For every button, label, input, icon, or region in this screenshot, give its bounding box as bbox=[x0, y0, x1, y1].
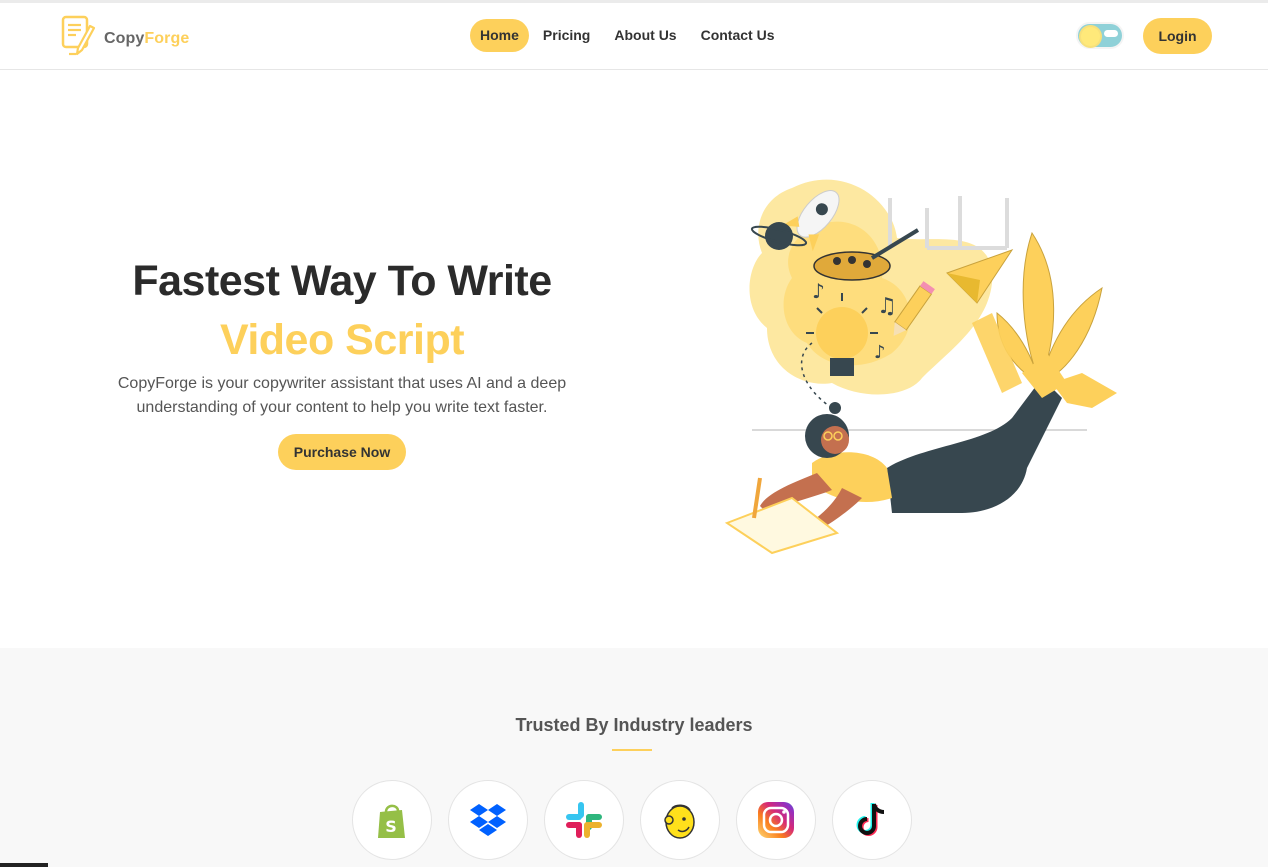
logo-name-part2: Forge bbox=[144, 29, 190, 47]
hero-title: Fastest Way To Write bbox=[132, 257, 552, 305]
tiktok-icon bbox=[856, 803, 885, 836]
instagram-logo bbox=[736, 780, 816, 860]
shopify-icon: S bbox=[378, 804, 405, 838]
hero-description: CopyForge is your copywriter assistant t… bbox=[117, 375, 567, 416]
main-nav: Home Pricing About Us Contact Us bbox=[470, 19, 785, 52]
mailchimp-icon bbox=[664, 804, 695, 839]
logo-name-part1: Copy bbox=[104, 29, 145, 47]
slack-icon bbox=[566, 802, 602, 838]
instagram-icon bbox=[758, 802, 794, 838]
trusted-title: Trusted By Industry leaders bbox=[515, 715, 753, 735]
svg-text:S: S bbox=[385, 817, 397, 836]
theme-toggle[interactable] bbox=[1076, 22, 1124, 49]
logo-text: CopyForge bbox=[104, 30, 189, 48]
dropbox-icon bbox=[470, 804, 506, 836]
header: CopyForge Home Pricing About Us Contact … bbox=[0, 3, 1268, 70]
cloud-icon bbox=[1104, 30, 1118, 37]
hero-accent-text: Video Script bbox=[219, 316, 465, 364]
purchase-now-button[interactable]: Purchase Now bbox=[277, 434, 407, 470]
document-pen-icon bbox=[60, 14, 98, 63]
logo[interactable]: CopyForge bbox=[60, 14, 189, 63]
tiktok-logo bbox=[832, 780, 912, 860]
dropbox-logo bbox=[448, 780, 528, 860]
brand-logos: S bbox=[352, 780, 912, 860]
svg-text:♪: ♪ bbox=[812, 279, 825, 303]
nav-contact-us[interactable]: Contact Us bbox=[691, 19, 785, 52]
sun-icon bbox=[1081, 27, 1100, 46]
title-underline bbox=[612, 749, 652, 751]
slack-logo bbox=[544, 780, 624, 860]
nav-pricing[interactable]: Pricing bbox=[533, 19, 600, 52]
nav-about-us[interactable]: About Us bbox=[604, 19, 686, 52]
bottom-strip bbox=[0, 863, 48, 867]
mailchimp-logo bbox=[640, 780, 720, 860]
page: CopyForge Home Pricing About Us Contact … bbox=[0, 0, 1268, 867]
svg-text:♪: ♪ bbox=[874, 342, 886, 363]
svg-text:♫: ♫ bbox=[877, 294, 897, 319]
trusted-section: Trusted By Industry leaders S bbox=[0, 648, 1268, 867]
nav-home[interactable]: Home bbox=[470, 19, 529, 52]
hero-text: Fastest Way To Write Video Script CopyFo… bbox=[92, 252, 592, 470]
login-button[interactable]: Login bbox=[1143, 18, 1212, 54]
hero-illustration: ♪ ♫ ♪ bbox=[722, 168, 1122, 556]
shopify-logo: S bbox=[352, 780, 432, 860]
